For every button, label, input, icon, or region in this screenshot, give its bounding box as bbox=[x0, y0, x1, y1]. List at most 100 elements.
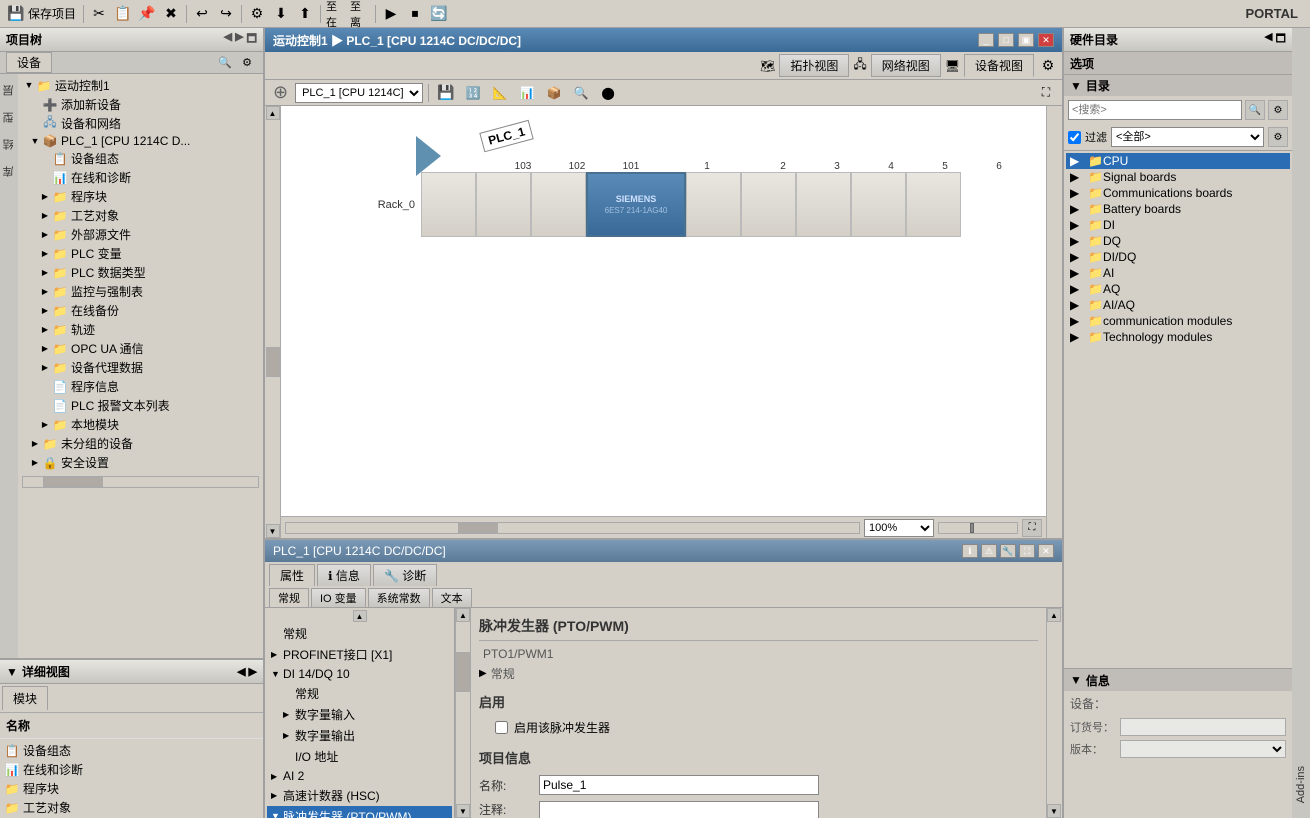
device-tab[interactable]: 设备 bbox=[6, 52, 52, 73]
detail-item-0[interactable]: 📋 设备组态 bbox=[2, 741, 261, 760]
props-btn4[interactable]: ⛶ bbox=[1019, 544, 1035, 558]
dt-btn5[interactable]: 📦 bbox=[543, 82, 565, 104]
slot-3[interactable] bbox=[741, 172, 796, 237]
t9[interactable] bbox=[38, 267, 52, 278]
nav-di-general[interactable]: 常规 bbox=[267, 683, 452, 704]
tree-devices-net[interactable]: 🖧 设备和网络 bbox=[20, 114, 261, 133]
tab-network[interactable]: 网络视图 bbox=[871, 54, 941, 77]
tree-external[interactable]: 📁 外部源文件 bbox=[20, 225, 261, 244]
rh-btn1[interactable]: ◀ bbox=[1264, 30, 1272, 49]
win-restore[interactable]: □ bbox=[998, 33, 1014, 47]
search-opts-btn[interactable]: ⚙ bbox=[1268, 100, 1288, 120]
version-select[interactable] bbox=[1120, 740, 1286, 758]
cat-aiaq[interactable]: ▶ 📁 AI/AQ bbox=[1066, 297, 1290, 313]
t17[interactable] bbox=[38, 419, 52, 430]
catalog-search-input[interactable] bbox=[1068, 100, 1242, 120]
dt-btn2[interactable]: 🔢 bbox=[462, 82, 484, 104]
props-btn5[interactable]: ✕ bbox=[1038, 544, 1054, 558]
toolbar-save[interactable]: 💾 bbox=[5, 3, 27, 25]
tb-undo[interactable]: ↩ bbox=[191, 3, 213, 25]
t14[interactable] bbox=[38, 362, 52, 373]
tree-opc-ua[interactable]: 📁 OPC UA 通信 bbox=[20, 339, 261, 358]
scroll-down-btn[interactable]: ▼ bbox=[266, 524, 280, 538]
filter-checkbox[interactable] bbox=[1068, 131, 1081, 144]
t6[interactable] bbox=[38, 210, 52, 221]
zoom-slider[interactable] bbox=[938, 522, 1018, 534]
tree-plc-vars[interactable]: 📁 PLC 变量 bbox=[20, 244, 261, 263]
side-tab-struct[interactable]: 结 bbox=[0, 132, 21, 157]
tab-device[interactable]: 设备视图 bbox=[964, 54, 1034, 77]
tb-redo[interactable]: ↪ bbox=[215, 3, 237, 25]
view-settings-btn[interactable]: ⚙ bbox=[1039, 57, 1057, 75]
nav-di-digital-in[interactable]: 数字量输入 bbox=[267, 704, 452, 725]
win-close[interactable]: ✕ bbox=[1038, 33, 1054, 47]
cat-cpu[interactable]: ▶ 📁 CPU bbox=[1066, 153, 1290, 169]
name-input[interactable] bbox=[539, 775, 819, 795]
tree-tech-objects[interactable]: 📁 工艺对象 bbox=[20, 206, 261, 225]
hscroll-track[interactable] bbox=[285, 522, 860, 534]
tree-btn2[interactable]: ⚙ bbox=[238, 54, 256, 72]
slot-main-cpu[interactable]: SIEMENS 6ES7 214-1AG40 bbox=[586, 172, 686, 237]
filter-btn[interactable]: ⚙ bbox=[1268, 127, 1288, 147]
tree-plc1[interactable]: 📦 PLC_1 [CPU 1214C D... bbox=[20, 133, 261, 149]
diagram-right-scroll[interactable] bbox=[1046, 106, 1062, 538]
nav-vscroll-down[interactable]: ▼ bbox=[456, 804, 470, 818]
main-vscroll-down[interactable]: ▼ bbox=[1047, 804, 1061, 818]
device-select[interactable]: PLC_1 [CPU 1214C] bbox=[295, 83, 423, 103]
nav-pto-pwm[interactable]: 脉冲发生器 (PTO/PWM) bbox=[267, 806, 452, 818]
nav-profinet[interactable]: PROFINET接口 [X1] bbox=[267, 644, 452, 665]
nav-vscroll-up[interactable]: ▲ bbox=[456, 608, 470, 622]
nt9[interactable] bbox=[271, 811, 283, 818]
slot-2[interactable] bbox=[686, 172, 741, 237]
nav-up-btn[interactable]: ▲ bbox=[353, 610, 367, 622]
nt1[interactable] bbox=[271, 649, 283, 660]
t10[interactable] bbox=[38, 286, 52, 297]
dt-fit[interactable]: ⬤ bbox=[597, 82, 619, 104]
device-toolbar-nav[interactable]: ⊕ bbox=[269, 82, 292, 103]
t8[interactable] bbox=[38, 248, 52, 259]
slot-6[interactable] bbox=[906, 172, 961, 237]
subtab-io-vars[interactable]: IO 变量 bbox=[311, 588, 366, 607]
dt-btn1[interactable]: 💾 bbox=[435, 82, 457, 104]
nt2[interactable] bbox=[271, 669, 283, 680]
tb-cut[interactable]: ✂ bbox=[88, 3, 110, 25]
tree-hscroll[interactable] bbox=[22, 476, 259, 488]
dt-btn3[interactable]: 📐 bbox=[489, 82, 511, 104]
side-tab-type[interactable]: 型 bbox=[0, 105, 21, 130]
slot-103[interactable] bbox=[421, 172, 476, 237]
tree-backup[interactable]: 📁 在线备份 bbox=[20, 301, 261, 320]
nav-di-dq[interactable]: DI 14/DQ 10 bbox=[267, 665, 452, 683]
dt-zoom[interactable]: 🔍 bbox=[570, 82, 592, 104]
nt7[interactable] bbox=[271, 771, 283, 782]
zoom-select[interactable]: 100% bbox=[864, 519, 934, 537]
dt-btn4[interactable]: 📊 bbox=[516, 82, 538, 104]
tab-topology[interactable]: 拓扑视图 bbox=[779, 54, 849, 77]
comment-textarea[interactable] bbox=[539, 801, 819, 818]
tb-reset[interactable]: 🔄 bbox=[428, 3, 450, 25]
subtab-general[interactable]: 常规 bbox=[269, 588, 309, 607]
props-btn3[interactable]: 🔧 bbox=[1000, 544, 1016, 558]
subtab-text[interactable]: 文本 bbox=[432, 588, 472, 607]
cat-di[interactable]: ▶ 📁 DI bbox=[1066, 217, 1290, 233]
dt-expand[interactable]: ⛶ bbox=[1035, 82, 1057, 104]
detail-btn1[interactable]: ◀ bbox=[237, 665, 245, 678]
tree-local-modules[interactable]: 📁 本地模块 bbox=[20, 415, 261, 434]
slot-5[interactable] bbox=[851, 172, 906, 237]
detail-tab-module[interactable]: 模块 bbox=[2, 686, 48, 710]
side-tab-layer[interactable]: 层 bbox=[0, 78, 21, 103]
slot-4[interactable] bbox=[796, 172, 851, 237]
win-minimize[interactable]: _ bbox=[978, 33, 994, 47]
detail-item-2[interactable]: 📁 程序块 bbox=[2, 779, 261, 798]
props-tab-properties[interactable]: 属性 bbox=[269, 564, 315, 586]
main-vscroll-up[interactable]: ▲ bbox=[1047, 608, 1061, 622]
order-num-input[interactable] bbox=[1120, 718, 1286, 736]
nav-di-io-addr[interactable]: I/O 地址 bbox=[267, 746, 452, 767]
tree-traces[interactable]: 📁 轨迹 bbox=[20, 320, 261, 339]
diagram-expand-btn[interactable]: ⛶ bbox=[1022, 519, 1042, 537]
tree-device-proxy[interactable]: 📁 设备代理数据 bbox=[20, 358, 261, 377]
props-tab-info[interactable]: ℹ 信息 bbox=[317, 564, 371, 586]
side-tab-lib[interactable]: 库 bbox=[0, 159, 21, 184]
tree-online-diag[interactable]: 📊 在线和诊断 bbox=[20, 168, 261, 187]
header-icon-1[interactable]: ◀ bbox=[224, 30, 232, 49]
tb-stop[interactable]: ⏹ bbox=[404, 3, 426, 25]
